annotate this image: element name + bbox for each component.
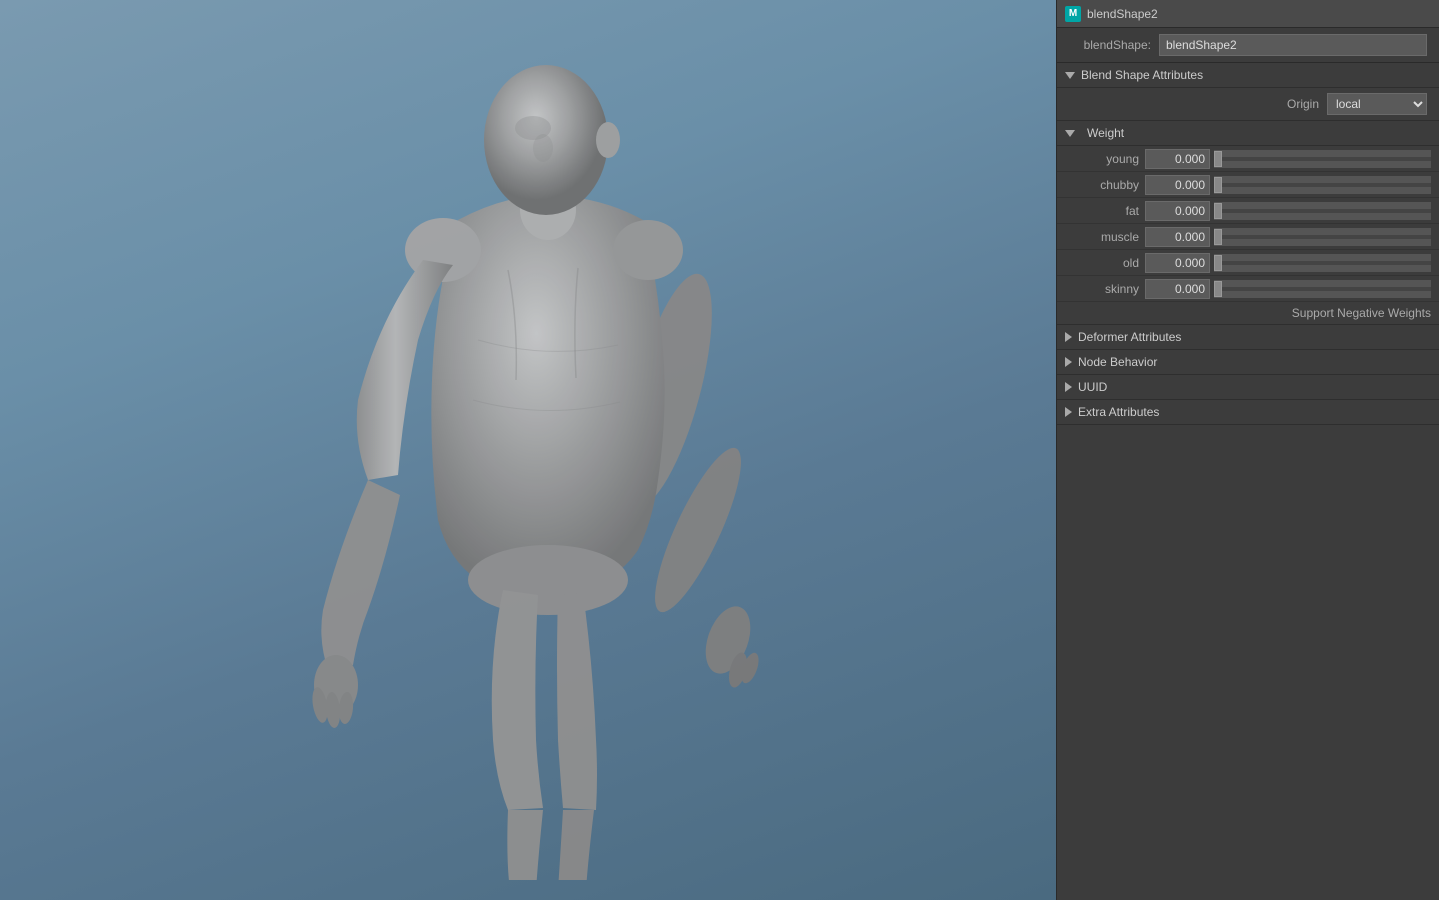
attr-value-young[interactable] bbox=[1145, 149, 1210, 169]
support-negative-weights-label: Support Negative Weights bbox=[1292, 306, 1431, 320]
slider-old[interactable] bbox=[1214, 254, 1431, 272]
slider-muscle[interactable] bbox=[1214, 228, 1431, 246]
slider-chubby[interactable] bbox=[1214, 176, 1431, 194]
attributes-panel: M blendShape2 blendShape: Blend Shape At… bbox=[1056, 0, 1439, 900]
uuid-header[interactable]: UUID bbox=[1057, 375, 1439, 400]
attr-name-skinny: skinny bbox=[1065, 282, 1145, 296]
blendshape-row: blendShape: bbox=[1057, 28, 1439, 63]
node-behavior-header[interactable]: Node Behavior bbox=[1057, 350, 1439, 375]
deformer-attributes-header[interactable]: Deformer Attributes bbox=[1057, 325, 1439, 350]
3d-viewport[interactable] bbox=[0, 0, 1056, 900]
node-behavior-title: Node Behavior bbox=[1078, 355, 1157, 369]
attr-row-old: old bbox=[1057, 250, 1439, 276]
deformer-attributes-title: Deformer Attributes bbox=[1078, 330, 1181, 344]
attr-name-young: young bbox=[1065, 152, 1145, 166]
origin-label: Origin bbox=[1239, 97, 1319, 111]
attr-row-skinny: skinny bbox=[1057, 276, 1439, 302]
attr-row-young: young bbox=[1057, 146, 1439, 172]
uuid-expand-icon bbox=[1065, 382, 1072, 392]
node-behavior-expand-icon bbox=[1065, 357, 1072, 367]
weight-label: Weight bbox=[1087, 126, 1124, 140]
origin-select[interactable]: local world bbox=[1327, 93, 1427, 115]
deformer-expand-icon bbox=[1065, 332, 1072, 342]
attr-name-muscle: muscle bbox=[1065, 230, 1145, 244]
attr-value-skinny[interactable] bbox=[1145, 279, 1210, 299]
attr-value-old[interactable] bbox=[1145, 253, 1210, 273]
panel-titlebar: M blendShape2 bbox=[1057, 0, 1439, 28]
collapse-triangle-icon bbox=[1065, 72, 1075, 79]
blendshape-label: blendShape: bbox=[1069, 38, 1159, 52]
weight-header[interactable]: Weight bbox=[1057, 121, 1439, 146]
attr-name-fat: fat bbox=[1065, 204, 1145, 218]
attr-value-muscle[interactable] bbox=[1145, 227, 1210, 247]
slider-young[interactable] bbox=[1214, 150, 1431, 168]
blendshape-input[interactable] bbox=[1159, 34, 1427, 56]
extra-attributes-expand-icon bbox=[1065, 407, 1072, 417]
extra-attributes-title: Extra Attributes bbox=[1078, 405, 1159, 419]
attr-row-chubby: chubby bbox=[1057, 172, 1439, 198]
support-negative-weights-row: Support Negative Weights bbox=[1057, 302, 1439, 325]
attr-value-fat[interactable] bbox=[1145, 201, 1210, 221]
attr-name-old: old bbox=[1065, 256, 1145, 270]
origin-row: Origin local world bbox=[1057, 88, 1439, 121]
extra-attributes-header[interactable]: Extra Attributes bbox=[1057, 400, 1439, 425]
weight-collapse-triangle-icon bbox=[1065, 130, 1075, 137]
slider-fat[interactable] bbox=[1214, 202, 1431, 220]
blend-shape-attributes-title: Blend Shape Attributes bbox=[1081, 68, 1203, 82]
panel-title: blendShape2 bbox=[1087, 7, 1158, 21]
maya-icon: M bbox=[1065, 6, 1081, 22]
weight-attributes-list: young chubby fat bbox=[1057, 146, 1439, 302]
attr-row-muscle: muscle bbox=[1057, 224, 1439, 250]
uuid-title: UUID bbox=[1078, 380, 1107, 394]
attr-name-chubby: chubby bbox=[1065, 178, 1145, 192]
slider-skinny[interactable] bbox=[1214, 280, 1431, 298]
blend-shape-attributes-header[interactable]: Blend Shape Attributes bbox=[1057, 63, 1439, 88]
attr-row-fat: fat bbox=[1057, 198, 1439, 224]
attr-value-chubby[interactable] bbox=[1145, 175, 1210, 195]
